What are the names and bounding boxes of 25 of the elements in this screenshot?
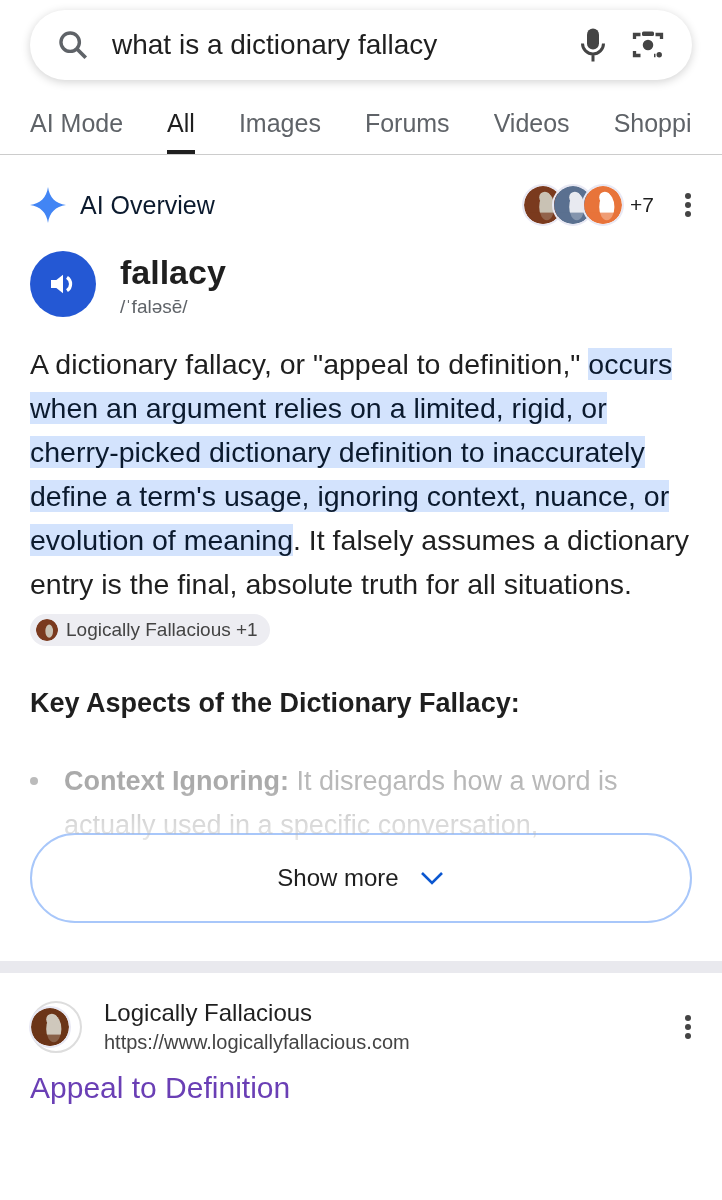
- site-url[interactable]: https://www.logicallyfallacious.com: [104, 1031, 662, 1054]
- dictionary-word: fallacy: [120, 253, 226, 292]
- source-count[interactable]: +7: [630, 193, 654, 217]
- sparkle-icon: [30, 187, 66, 223]
- microphone-icon[interactable]: [578, 27, 608, 63]
- show-more-button[interactable]: Show more: [30, 833, 692, 923]
- overview-title: AI Overview: [80, 190, 216, 220]
- search-query[interactable]: what is a dictionary fallacy: [112, 29, 556, 61]
- bullet-dot: [30, 777, 38, 785]
- search-icon[interactable]: [56, 28, 90, 62]
- section-heading: Key Aspects of the Dictionary Fallacy:: [30, 688, 521, 719]
- site-name[interactable]: Logically Fallacious: [104, 999, 662, 1027]
- result-title[interactable]: Appeal to Definition: [30, 1072, 692, 1104]
- tab[interactable]: All: [167, 108, 195, 154]
- tab[interactable]: Videos: [493, 108, 570, 154]
- citation-chip[interactable]: Logically Fallacious +1: [30, 614, 270, 647]
- more-icon[interactable]: [684, 1013, 692, 1040]
- tab[interactable]: AI Mode: [30, 108, 124, 154]
- chevron-down-icon: [418, 870, 445, 886]
- search-bar[interactable]: what is a dictionary fallacy: [30, 10, 692, 80]
- pronunciation: /ˈfaləsē/: [120, 296, 189, 318]
- tab[interactable]: Shoppi: [613, 108, 692, 154]
- more-icon[interactable]: [684, 192, 692, 218]
- tab[interactable]: Forums: [364, 108, 450, 154]
- tab[interactable]: Images: [238, 108, 321, 154]
